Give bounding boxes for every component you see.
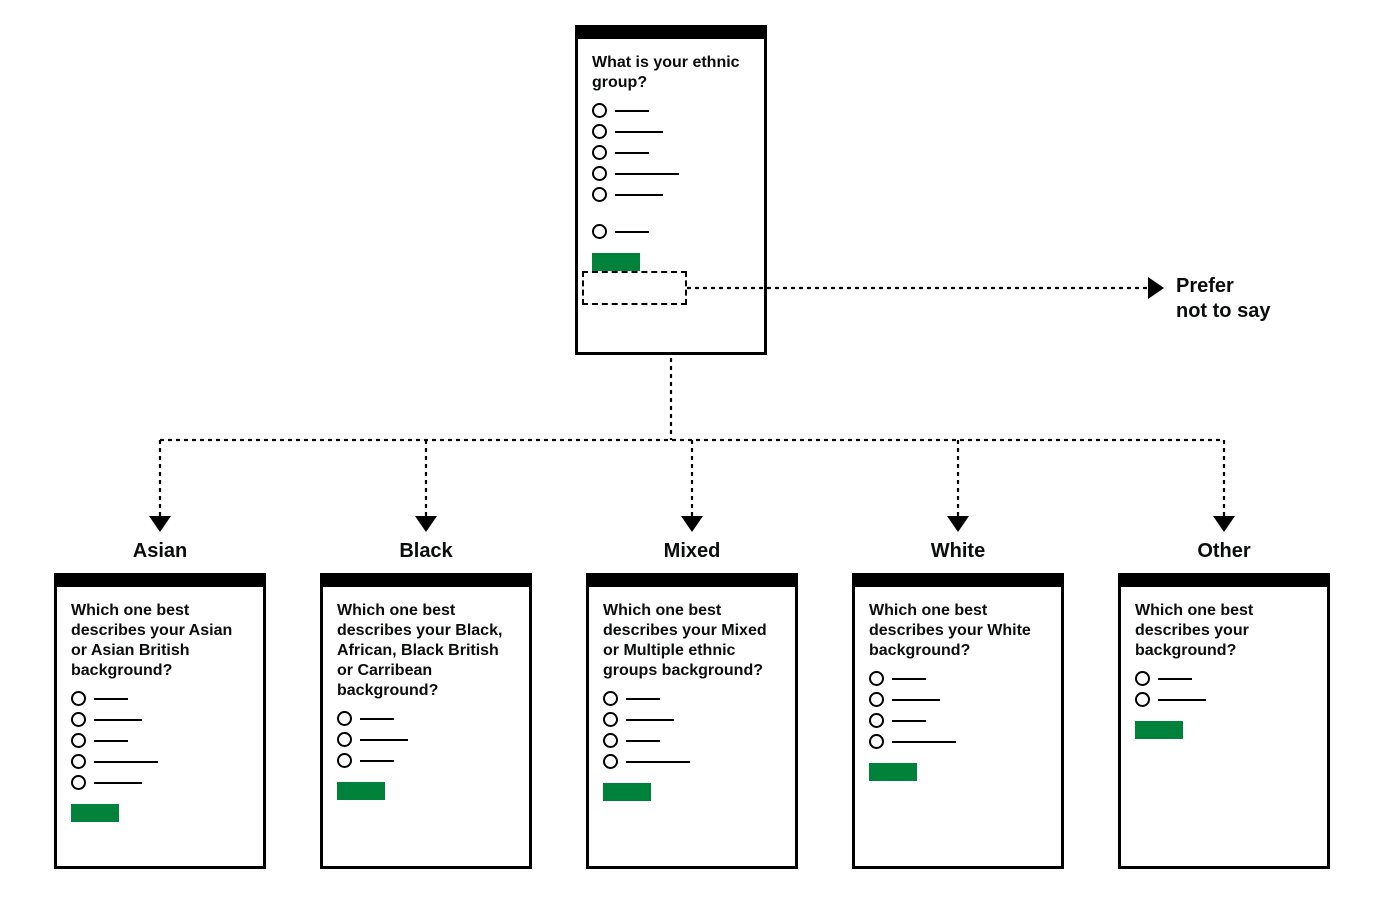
connector-lines <box>0 0 1400 906</box>
diagram-canvas: What is your ethnic group? Prefernot to … <box>0 0 1400 906</box>
